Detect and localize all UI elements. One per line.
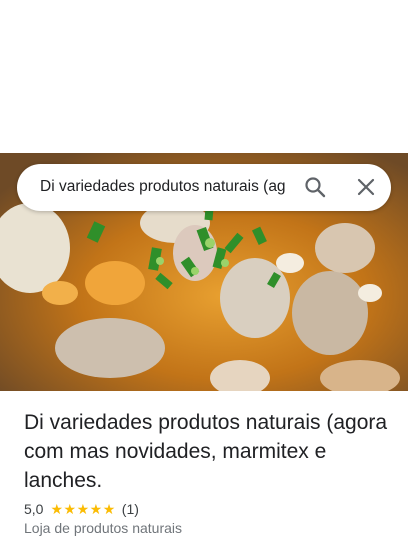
place-title[interactable]: Di variedades produtos naturais (agora c…: [24, 408, 394, 495]
star-icon: ★: [63, 501, 77, 517]
search-input[interactable]: Di variedades produtos naturais (ag: [40, 178, 290, 198]
search-icon[interactable]: [304, 176, 326, 198]
map-blank-area: [0, 0, 408, 153]
rating-row[interactable]: 5,0 ★ ★ ★ ★ ★ (1): [24, 499, 139, 519]
close-icon[interactable]: [356, 177, 376, 197]
star-icon: ★: [89, 501, 103, 517]
rating-value: 5,0: [24, 501, 44, 517]
star-icon: ★: [50, 501, 64, 517]
review-count[interactable]: (1): [122, 501, 139, 517]
place-category: Loja de produtos naturais: [24, 520, 182, 536]
star-icon: ★: [76, 501, 90, 517]
search-bar[interactable]: Di variedades produtos naturais (ag: [17, 164, 391, 211]
star-icon: ★: [102, 501, 116, 517]
star-rating: ★ ★ ★ ★ ★: [50, 502, 115, 516]
